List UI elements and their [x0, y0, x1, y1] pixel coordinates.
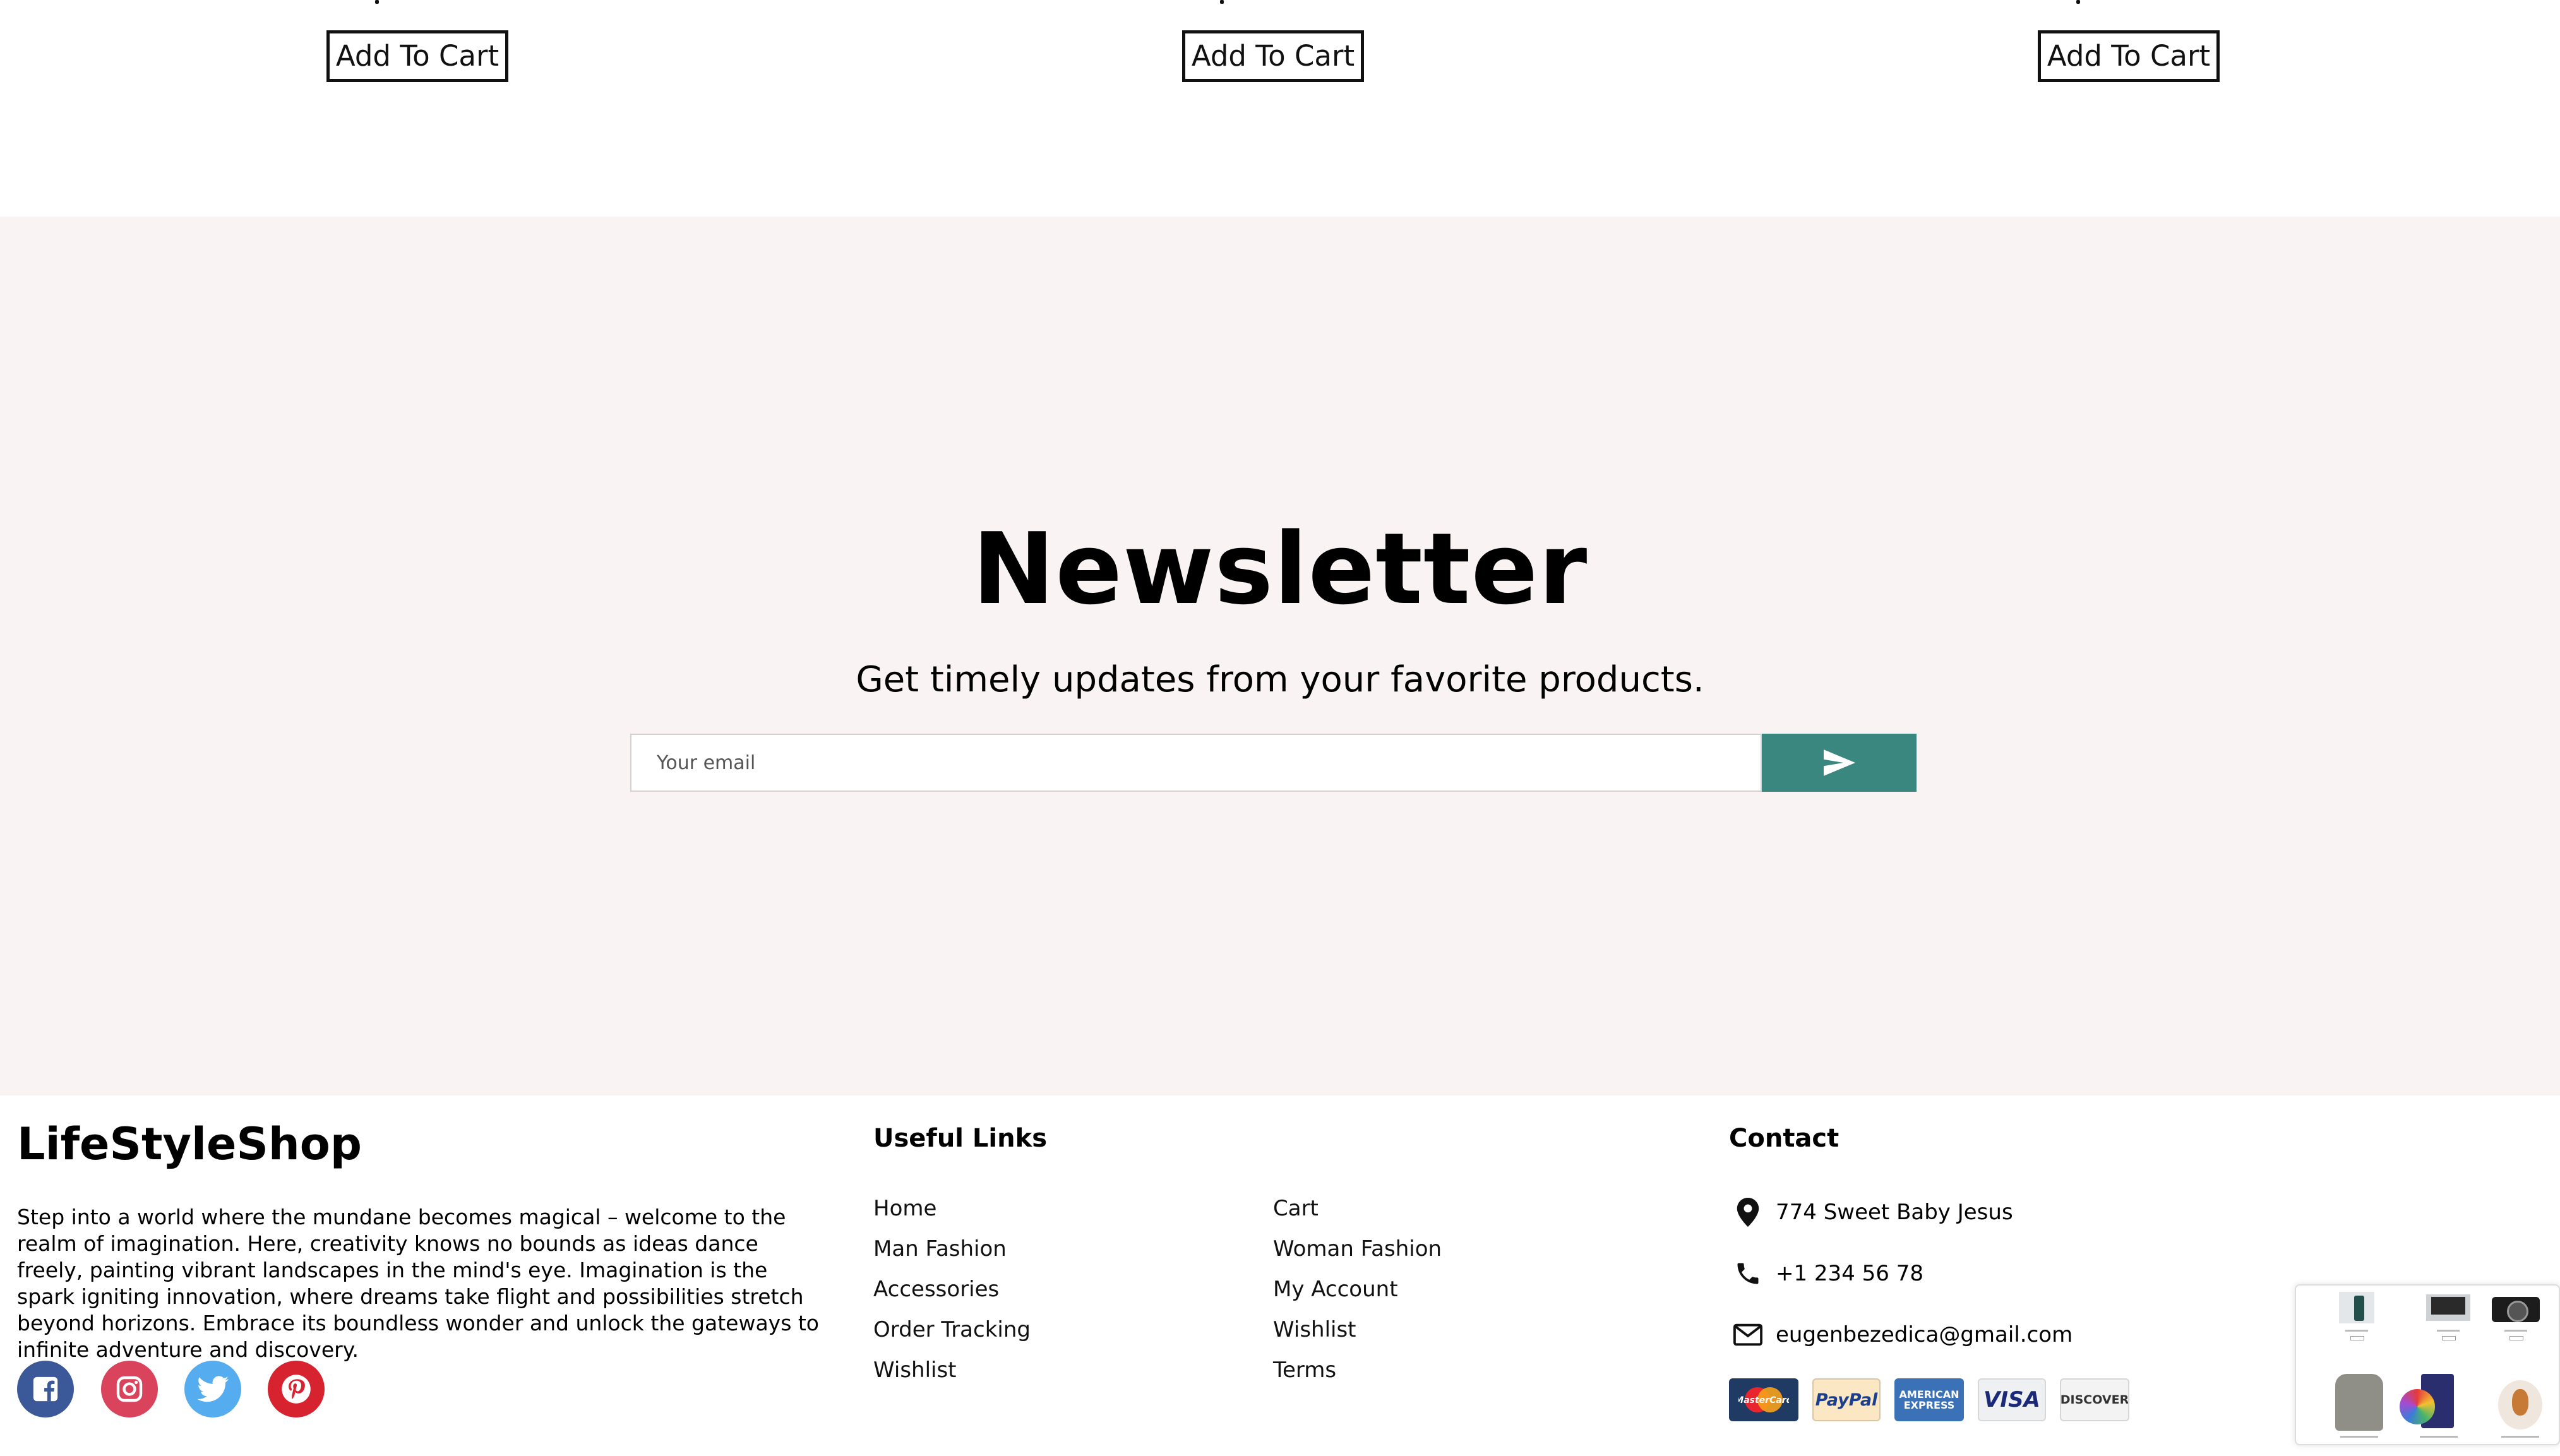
contact-phone-row: +1 234 56 78	[1729, 1255, 1923, 1292]
amex-badge: AMERICAN EXPRESS	[1894, 1378, 1964, 1421]
thumb-product-5	[2400, 1374, 2475, 1431]
thumb-product-4	[2335, 1374, 2383, 1431]
mail-icon	[1729, 1316, 1767, 1354]
payment-label: MasterCard	[1738, 1395, 1789, 1405]
facebook-link[interactable]	[17, 1361, 74, 1417]
twitter-link[interactable]	[184, 1361, 241, 1417]
send-icon	[1823, 749, 1855, 776]
footer-link-order-tracking[interactable]: Order Tracking	[873, 1319, 1031, 1340]
footer-link-my-account[interactable]: My Account	[1273, 1279, 1398, 1300]
location-pin-icon	[1729, 1193, 1767, 1231]
newsletter-section: Newsletter Get timely updates from your …	[0, 217, 2560, 1095]
visa-badge: VISA	[1978, 1378, 2046, 1421]
contact-address: 774 Sweet Baby Jesus	[1776, 1200, 2013, 1225]
paypal-badge: PayPal	[1812, 1378, 1881, 1421]
instagram-icon	[116, 1376, 143, 1402]
product-price-stub	[375, 0, 379, 4]
page-preview-thumbnail[interactable]	[2295, 1284, 2560, 1445]
contact-address-row: 774 Sweet Baby Jesus	[1729, 1193, 2013, 1231]
contact-email-row: eugenbezedica@gmail.com	[1729, 1316, 2073, 1354]
twitter-icon	[197, 1376, 229, 1402]
footer-link-home[interactable]: Home	[873, 1198, 936, 1219]
footer-about-text: Step into a world where the mundane beco…	[17, 1205, 820, 1362]
footer-brand: LifeStyleShop	[17, 1118, 362, 1170]
add-to-cart-button[interactable]: Add To Cart	[326, 30, 508, 82]
facebook-icon	[33, 1376, 58, 1402]
footer: LifeStyleShop Step into a world where th…	[0, 1095, 2560, 1456]
instagram-link[interactable]	[101, 1361, 158, 1417]
newsletter-submit-button[interactable]	[1762, 734, 1917, 792]
product-strip: Add To Cart Add To Cart Add To Cart	[0, 0, 2560, 217]
footer-link-man-fashion[interactable]: Man Fashion	[873, 1238, 1007, 1260]
footer-link-cart[interactable]: Cart	[1273, 1198, 1319, 1219]
footer-link-accessories[interactable]: Accessories	[873, 1279, 999, 1300]
contact-heading: Contact	[1729, 1124, 1839, 1153]
mastercard-badge: MasterCard	[1729, 1378, 1798, 1421]
contact-phone[interactable]: +1 234 56 78	[1776, 1263, 1923, 1284]
add-to-cart-button[interactable]: Add To Cart	[1182, 30, 1364, 82]
discover-badge: DISCOVER	[2060, 1378, 2129, 1421]
newsletter-title: Newsletter	[972, 511, 1588, 626]
product-price-stub	[1220, 0, 1224, 4]
thumb-product-1	[2339, 1292, 2374, 1323]
contact-email[interactable]: eugenbezedica@gmail.com	[1776, 1324, 2073, 1346]
thumb-product-3	[2488, 1292, 2544, 1323]
thumb-product-6	[2498, 1380, 2542, 1429]
footer-link-woman-fashion[interactable]: Woman Fashion	[1273, 1238, 1442, 1260]
newsletter-subtitle: Get timely updates from your favorite pr…	[856, 659, 1704, 700]
add-to-cart-button[interactable]: Add To Cart	[2038, 30, 2220, 82]
footer-link-wishlist[interactable]: Wishlist	[873, 1359, 957, 1381]
phone-icon	[1729, 1255, 1767, 1292]
newsletter-email-input[interactable]	[630, 734, 1762, 792]
pinterest-icon	[282, 1375, 311, 1404]
useful-links-heading: Useful Links	[873, 1124, 1048, 1153]
thumb-product-2	[2426, 1294, 2470, 1321]
footer-link-wishlist-2[interactable]: Wishlist	[1273, 1319, 1356, 1340]
pinterest-link[interactable]	[268, 1361, 325, 1417]
footer-link-terms[interactable]: Terms	[1273, 1359, 1336, 1381]
product-price-stub	[2076, 0, 2080, 4]
